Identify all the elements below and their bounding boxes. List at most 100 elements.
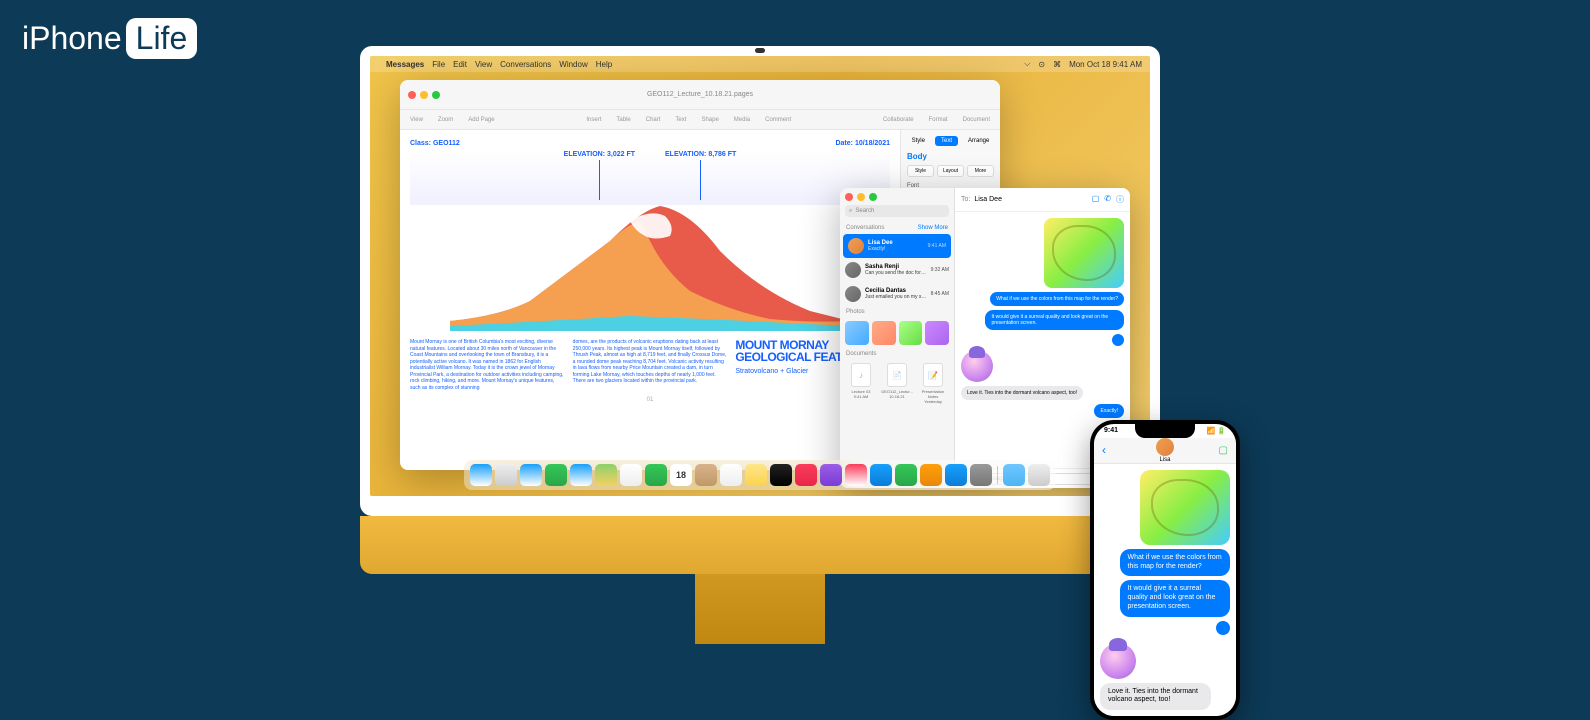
conversation-item[interactable]: Cecilia DantasJust emailed you on my sec… (840, 282, 954, 306)
memoji-sticker[interactable] (961, 350, 993, 382)
close-button[interactable] (408, 91, 416, 99)
tab-text[interactable]: Text (935, 136, 958, 146)
message-bubble-in[interactable]: Love it. Ties into the dormant volcano a… (1100, 683, 1211, 711)
menubar-datetime[interactable]: Mon Oct 18 9:41 AM (1069, 60, 1142, 69)
contact-avatar[interactable] (1156, 438, 1174, 456)
document-thumb[interactable]: ♪Lecture 039:41 AM (845, 363, 877, 404)
messages-sidebar: ⌕ Search Conversations Show More Lisa De… (840, 188, 955, 488)
dock-trash-icon[interactable] (1028, 464, 1050, 486)
document-thumb[interactable]: 📄GEO112_Lectur...10.18.21 (881, 363, 913, 404)
tb-text[interactable]: Text (675, 117, 686, 123)
tb-zoom[interactable]: Zoom (438, 117, 453, 123)
dock-launchpad-icon[interactable] (495, 464, 517, 486)
tab-style[interactable]: Style (906, 136, 931, 146)
doc-column-2: domes, are the products of volcanic erup… (573, 339, 728, 391)
contact-name[interactable]: Lisa (1159, 457, 1170, 463)
tb-shape[interactable]: Shape (701, 117, 718, 123)
info-icon[interactable]: ⓘ (1116, 194, 1124, 205)
menu-conversations[interactable]: Conversations (500, 60, 551, 69)
photos-label: Photos (846, 309, 865, 315)
contact-name[interactable]: Lisa Dee (974, 196, 1002, 203)
photo-thumb[interactable] (845, 321, 869, 345)
tb-table[interactable]: Table (616, 117, 630, 123)
tab-arrange[interactable]: Arrange (962, 136, 995, 146)
tb-chart[interactable]: Chart (646, 117, 661, 123)
iphone-device: 9:41 📶 🔋 ‹ Lisa ▢ What if we use the col… (1090, 420, 1240, 720)
notes-icon: 📝 (923, 363, 943, 387)
dock-safari-icon[interactable] (520, 464, 542, 486)
dock-calendar-icon[interactable]: 18 (670, 464, 692, 486)
dock-photos-icon[interactable] (620, 464, 642, 486)
menu-file[interactable]: File (432, 60, 445, 69)
close-button[interactable] (845, 193, 853, 201)
menu-view[interactable]: View (475, 60, 492, 69)
tapback-icon[interactable] (1216, 621, 1230, 635)
tb-addpage[interactable]: Add Page (468, 117, 494, 123)
show-more-link[interactable]: Show More (918, 225, 948, 231)
search-icon[interactable]: ⊙ (1038, 60, 1045, 69)
dock-contacts-icon[interactable] (695, 464, 717, 486)
message-bubble-in[interactable]: Love it. Ties into the dormant volcano a… (961, 386, 1083, 400)
tb-media[interactable]: Media (734, 117, 750, 123)
btn-layout[interactable]: Layout (937, 165, 964, 177)
maximize-button[interactable] (869, 193, 877, 201)
dock-mail-icon[interactable] (570, 464, 592, 486)
paragraph-style[interactable]: Body (907, 152, 994, 161)
message-bubble-out[interactable]: It would give it a surreal quality and l… (985, 310, 1124, 330)
back-button[interactable]: ‹ (1102, 443, 1106, 457)
btn-more[interactable]: More (967, 165, 994, 177)
minimize-button[interactable] (420, 91, 428, 99)
menu-edit[interactable]: Edit (453, 60, 467, 69)
btn-style[interactable]: Style (907, 165, 934, 177)
dock-podcasts-icon[interactable] (820, 464, 842, 486)
search-input[interactable]: ⌕ Search (845, 205, 949, 217)
dock-appstore-icon[interactable] (945, 464, 967, 486)
facetime-icon[interactable]: ▢ (1219, 445, 1228, 456)
dock-maps-icon[interactable] (595, 464, 617, 486)
tb-document[interactable]: Document (963, 117, 990, 123)
control-center-icon[interactable]: ⌘ (1053, 60, 1061, 69)
message-bubble-out[interactable]: Exactly! (1094, 404, 1124, 418)
tapback-icon[interactable] (1112, 334, 1124, 346)
message-thread[interactable]: What if we use the colors from this map … (1094, 464, 1236, 716)
dock-news-icon[interactable] (845, 464, 867, 486)
minimize-button[interactable] (857, 193, 865, 201)
message-bubble-out[interactable]: What if we use the colors from this map … (990, 292, 1124, 306)
dock-settings-icon[interactable] (970, 464, 992, 486)
dock-finder-icon[interactable] (470, 464, 492, 486)
dock-messages-icon[interactable] (545, 464, 567, 486)
photo-thumb[interactable] (872, 321, 896, 345)
message-bubble-out[interactable]: What if we use the colors from this map … (1120, 549, 1231, 577)
photo-thumb[interactable] (899, 321, 923, 345)
document-thumb[interactable]: 📝Presentation NotesYesterday (917, 363, 949, 404)
maximize-button[interactable] (432, 91, 440, 99)
photo-thumb[interactable] (925, 321, 949, 345)
dock-keynote-icon[interactable] (870, 464, 892, 486)
memoji-sticker[interactable] (1100, 643, 1136, 679)
map-attachment[interactable] (1044, 218, 1124, 288)
phone-icon[interactable]: ✆ (1104, 194, 1111, 205)
dock-facetime-icon[interactable] (645, 464, 667, 486)
tb-collaborate[interactable]: Collaborate (883, 117, 914, 123)
dock-folder-icon[interactable] (1003, 464, 1025, 486)
conversation-item[interactable]: Lisa DeeExactly! 9:41 AM (843, 234, 951, 258)
tb-comment[interactable]: Comment (765, 117, 791, 123)
wifi-icon[interactable]: ⌵ (1024, 59, 1030, 69)
facetime-video-icon[interactable]: ▢ (1092, 194, 1100, 205)
message-bubble-out[interactable]: It would give it a surreal quality and l… (1120, 580, 1231, 616)
pages-document[interactable]: Class: GEO112 Date: 10/18/2021 ELEVATION… (400, 130, 900, 470)
conversation-item[interactable]: Sasha RenjiCan you send the doc for the … (840, 258, 954, 282)
dock-numbers-icon[interactable] (895, 464, 917, 486)
dock-pages-icon[interactable] (920, 464, 942, 486)
menu-window[interactable]: Window (559, 60, 587, 69)
tb-format[interactable]: Format (929, 117, 948, 123)
tb-insert[interactable]: Insert (586, 117, 601, 123)
dock-notes-icon[interactable] (745, 464, 767, 486)
dock-music-icon[interactable] (795, 464, 817, 486)
dock-tv-icon[interactable] (770, 464, 792, 486)
tb-view[interactable]: View (410, 117, 423, 123)
menu-help[interactable]: Help (596, 60, 612, 69)
map-attachment[interactable] (1140, 470, 1230, 545)
menubar-app[interactable]: Messages (386, 60, 424, 69)
dock-reminders-icon[interactable] (720, 464, 742, 486)
